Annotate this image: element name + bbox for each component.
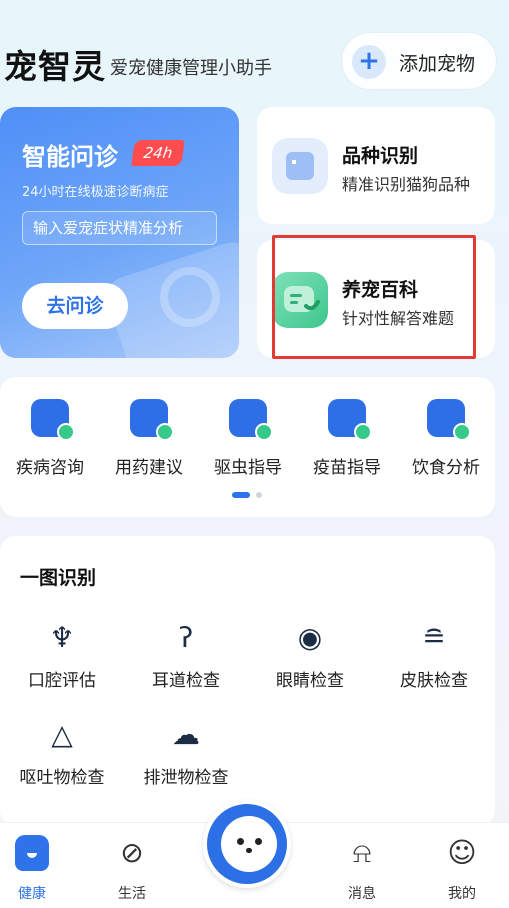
bell-icon: ⍾ (352, 836, 372, 869)
scan-section-title: 一图识别 (20, 567, 97, 589)
dog-avatar-icon (221, 816, 277, 872)
scan-item-vomit[interactable]: △ 呕吐物检查 (0, 717, 124, 788)
breed-scan-icon (272, 138, 328, 194)
quick-tool-label: 疫苗指导 (313, 458, 381, 478)
dog-nose (246, 848, 252, 853)
planet-icon: ⊘ (120, 836, 144, 869)
tab-me[interactable]: ☺ 我的 (422, 835, 502, 903)
tab-label: 生活 (118, 886, 146, 902)
tab-health[interactable]: 健康 (0, 835, 72, 903)
highlight-box (272, 235, 476, 359)
scan-item-oral[interactable]: ♆ 口腔评估 (0, 620, 124, 691)
deworm-icon (229, 399, 273, 441)
app-slogan: 爱宠健康管理小助手 (110, 58, 272, 79)
consult-24h-badge: 24h (131, 140, 185, 166)
tab-life[interactable]: ⊘ 生活 (92, 835, 172, 903)
tab-label: 健康 (18, 886, 46, 902)
dog-eye (237, 838, 244, 845)
skin-icon: ≘ (422, 621, 446, 654)
quick-tool-label: 饮食分析 (412, 458, 480, 478)
vomit-icon: △ (51, 718, 73, 751)
poop-icon: ☁ (172, 718, 200, 751)
eye-icon: ◉ (297, 621, 323, 654)
symptom-input[interactable]: 输入爱宠症状精准分析 (22, 211, 217, 245)
quick-tools-panel: 疾病咨询 用药建议 驱虫指导 疫苗指导 饮食分析 (0, 377, 495, 517)
smile-icon: ☺ (447, 836, 477, 869)
go-consult-button[interactable]: 去问诊 (22, 283, 128, 329)
scan-item-label: 口腔评估 (28, 671, 96, 691)
ear-icon: ʔ (178, 621, 194, 654)
medicine-icon (130, 399, 174, 441)
consult-title: 智能问诊 (22, 143, 118, 171)
tab-label: 消息 (348, 886, 376, 902)
breed-title: 品种识别 (342, 145, 419, 167)
quick-tool-deworm[interactable]: 驱虫指导 (198, 399, 298, 478)
breed-recognition-card[interactable]: 品种识别 精准识别猫狗品种 (257, 107, 495, 224)
tab-messages[interactable]: ⍾ 消息 (322, 835, 402, 903)
tooth-icon: ♆ (49, 621, 75, 654)
center-pet-avatar-button[interactable] (203, 800, 291, 888)
quick-tool-medicine[interactable]: 用药建议 (99, 399, 199, 478)
scan-item-label: 眼睛检查 (276, 671, 344, 691)
page-dot (256, 492, 262, 498)
quick-tool-vaccine[interactable]: 疫苗指导 (297, 399, 397, 478)
scan-item-label: 耳道检查 (152, 671, 220, 691)
app-brand: 宠智灵 (4, 47, 106, 86)
diet-icon (427, 399, 471, 441)
consult-subtitle: 24小时在线极速诊断病症 (22, 185, 169, 200)
plus-icon: + (352, 45, 386, 79)
quick-tool-diet[interactable]: 饮食分析 (396, 399, 496, 478)
disease-consult-icon (31, 399, 75, 441)
add-pet-button[interactable]: + 添加宠物 (341, 32, 497, 90)
page-dot-active (232, 492, 250, 498)
scan-item-label: 呕吐物检查 (19, 768, 105, 788)
add-pet-label: 添加宠物 (399, 53, 476, 75)
smart-consult-card[interactable]: 智能问诊 24h 24小时在线极速诊断病症 输入爱宠症状精准分析 去问诊 (0, 107, 239, 358)
magnifier-illustration (160, 267, 220, 327)
scan-item-eye[interactable]: ◉ 眼睛检查 (248, 620, 372, 691)
tab-label: 我的 (448, 886, 476, 902)
image-recognition-panel: 一图识别 ♆ 口腔评估 ʔ 耳道检查 ◉ 眼睛检查 ≘ 皮肤检查 △ 呕吐物检查… (0, 536, 495, 826)
quick-tool-label: 疾病咨询 (16, 458, 84, 478)
health-icon (15, 835, 49, 871)
scan-item-label: 皮肤检查 (400, 671, 468, 691)
scan-item-skin[interactable]: ≘ 皮肤检查 (372, 620, 496, 691)
header: 宠智灵 爱宠健康管理小助手 + 添加宠物 (0, 30, 509, 100)
breed-subtitle: 精准识别猫狗品种 (342, 175, 471, 194)
quick-tool-label: 驱虫指导 (214, 458, 282, 478)
scan-item-label: 排泄物检查 (143, 768, 229, 788)
dog-eye (255, 838, 262, 845)
scan-item-poop[interactable]: ☁ 排泄物检查 (124, 717, 248, 788)
quick-tool-label: 用药建议 (115, 458, 183, 478)
scan-item-ear[interactable]: ʔ 耳道检查 (124, 620, 248, 691)
quick-tool-disease[interactable]: 疾病咨询 (0, 399, 100, 478)
vaccine-icon (328, 399, 372, 441)
